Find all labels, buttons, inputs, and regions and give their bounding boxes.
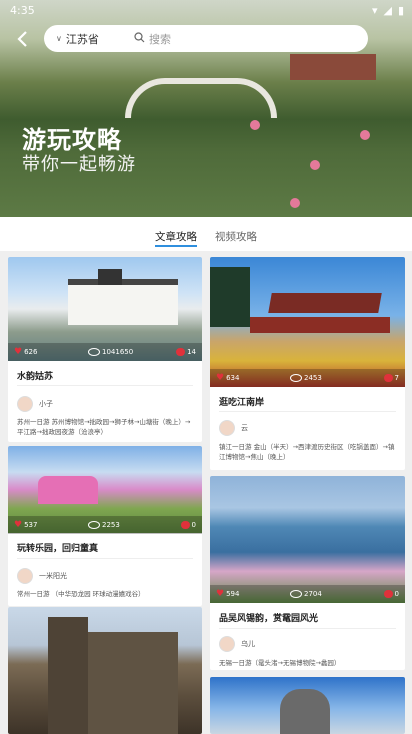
heart-icon: ♥ xyxy=(14,347,23,357)
chevron-down-icon: ∨ xyxy=(56,34,62,43)
status-bar: 4:35 ▾ ◢ ▮ xyxy=(0,0,412,24)
avatar xyxy=(219,636,235,652)
hero-subtitle: 带你一起畅游 xyxy=(22,154,136,175)
avatar xyxy=(17,568,33,584)
card-author: 乌儿 xyxy=(219,636,255,652)
divider xyxy=(219,628,396,629)
eye-icon xyxy=(88,348,100,356)
battery-icon: ▮ xyxy=(397,4,404,17)
hero-flower xyxy=(290,198,300,208)
avatar xyxy=(219,420,235,436)
comment-icon xyxy=(383,374,393,382)
card-author: 云 xyxy=(219,420,248,436)
like-count: 537 xyxy=(24,521,38,529)
card-title: 水韵姑苏 xyxy=(17,372,54,382)
view-count: 2704 xyxy=(304,590,322,598)
card-stats: ♥ 594 2704 0 xyxy=(210,585,405,603)
signal-icon: ▾ xyxy=(371,4,378,17)
hero-pavilion xyxy=(290,54,376,80)
card-route: 无锡一日游（鼋头渚→无锡博物院→蠡园） xyxy=(219,659,341,667)
author-name: 云 xyxy=(241,424,248,432)
card-title: 玩转乐园，回归童真 xyxy=(17,544,99,554)
view-count: 1041650 xyxy=(102,348,134,356)
card-image xyxy=(210,677,405,734)
hero-flower xyxy=(250,120,260,130)
hero-bridge xyxy=(125,78,277,118)
article-card[interactable]: ♥ 626 1041650 14 水韵姑苏 小子 苏州一日游 苏州博物馆→拙政园→… xyxy=(8,257,202,442)
divider xyxy=(17,558,193,559)
article-card[interactable]: ♥ 537 2253 0 玩转乐园，回归童真 一米阳光 常州一日游 （中华恐龙园 … xyxy=(8,446,202,606)
comment-count: 7 xyxy=(394,374,399,382)
author-name: 小子 xyxy=(39,400,53,408)
article-card[interactable]: ♥ 634 2453 7 逛吃江南岸 云 xyxy=(210,257,405,442)
like-count: 594 xyxy=(226,590,240,598)
card-image xyxy=(8,607,202,734)
comment-icon xyxy=(176,348,186,356)
card-image xyxy=(210,257,405,387)
card-title: 品吴风锡韵，赏鼋园风光 xyxy=(219,614,319,624)
card-route-box: 镇江一日游 金山（半天）→西津渡历史街区（吃锅盖面）→镇江博物馆→焦山（晚上） xyxy=(210,436,405,470)
comment-icon xyxy=(383,590,393,598)
comment-count: 14 xyxy=(187,348,196,356)
article-card[interactable]: ♥ 594 2704 0 品吴风锡韵，赏鼋园风光 乌儿 无锡一日游（鼋头渚→无锡博… xyxy=(210,476,405,670)
card-route: 常州一日游 （中华恐龙园 环球动漫嬉戏谷） xyxy=(17,590,145,598)
back-button[interactable] xyxy=(12,28,34,50)
card-route: 苏州一日游 苏州博物馆→拙政园→狮子林→山塘街（晚上）→平江路→拙政园夜游（沧浪… xyxy=(17,418,191,436)
card-route: 镇江一日游 金山（半天）→西津渡历史街区（吃锅盖面）→镇江博物馆→焦山（晚上） xyxy=(219,443,395,461)
heart-icon: ♥ xyxy=(216,373,225,383)
card-stats: ♥ 537 2253 0 xyxy=(8,516,202,534)
divider xyxy=(219,411,396,412)
card-stats: ♥ 634 2453 7 xyxy=(210,369,405,387)
back-arrow-icon xyxy=(17,31,27,47)
search-input[interactable]: 搜索 xyxy=(149,31,171,47)
author-name: 乌儿 xyxy=(241,640,255,648)
heart-icon: ♥ xyxy=(216,589,225,599)
comment-count: 0 xyxy=(191,521,196,529)
article-card[interactable] xyxy=(8,607,202,734)
hero-flower xyxy=(360,130,370,140)
eye-icon xyxy=(88,521,100,529)
status-time: 4:35 xyxy=(10,4,35,17)
view-count: 2453 xyxy=(304,374,322,382)
search-bar[interactable]: ∨ 江苏省 搜索 xyxy=(44,25,368,52)
avatar xyxy=(17,396,33,412)
view-count: 2253 xyxy=(102,521,120,529)
wifi-icon: ◢ xyxy=(383,4,392,17)
status-icons: ▾ ◢ ▮ xyxy=(372,4,404,17)
tab-bar: 文章攻略 视频攻略 xyxy=(0,217,412,251)
like-count: 626 xyxy=(24,348,38,356)
divider xyxy=(17,385,193,386)
card-stats: ♥ 626 1041650 14 xyxy=(8,343,202,361)
card-author: 小子 xyxy=(17,396,53,412)
card-title: 逛吃江南岸 xyxy=(219,398,265,408)
heart-icon: ♥ xyxy=(14,520,23,530)
province-label: 江苏省 xyxy=(65,32,99,46)
author-name: 一米阳光 xyxy=(39,572,67,580)
tab-articles[interactable]: 文章攻略 xyxy=(155,217,197,251)
comment-icon xyxy=(180,521,190,529)
hero-flower xyxy=(310,160,320,170)
like-count: 634 xyxy=(226,374,240,382)
eye-icon xyxy=(290,374,302,382)
search-icon xyxy=(134,31,145,46)
eye-icon xyxy=(290,590,302,598)
tab-videos[interactable]: 视频攻略 xyxy=(215,217,257,251)
card-author: 一米阳光 xyxy=(17,568,67,584)
article-card[interactable] xyxy=(210,677,405,734)
province-selector[interactable]: ∨ 江苏省 xyxy=(44,31,114,47)
comment-count: 0 xyxy=(394,590,399,598)
card-image xyxy=(210,476,405,603)
